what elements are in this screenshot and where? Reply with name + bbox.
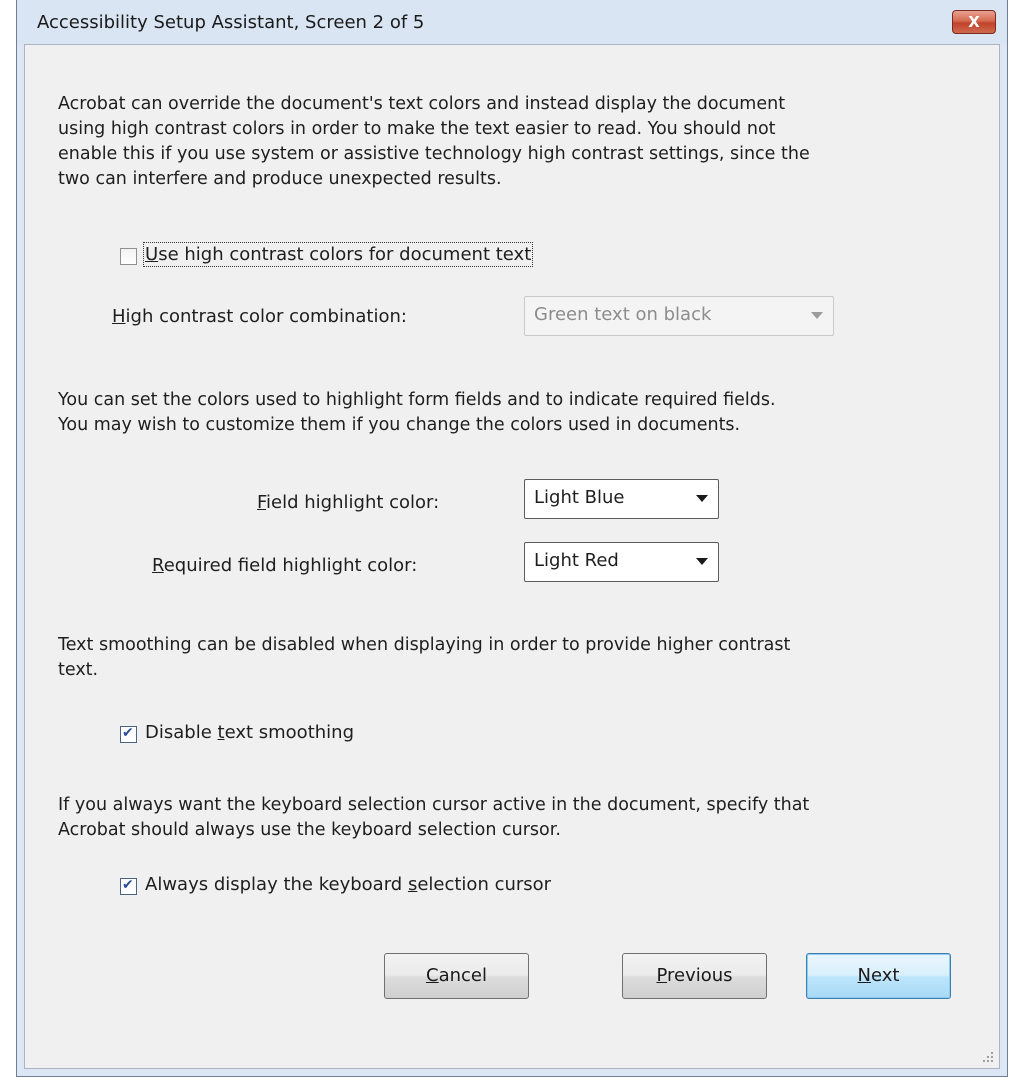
close-icon: X	[968, 13, 980, 31]
label-text: election cursor	[417, 874, 552, 895]
cancel-button[interactable]: Cancel	[384, 953, 529, 999]
field-highlight-label: Field highlight color:	[257, 492, 439, 513]
title-bar[interactable]: Accessibility Setup Assistant, Screen 2 …	[17, 0, 1007, 44]
description-line: If you always want the keyboard selectio…	[58, 795, 810, 815]
form-colors-description: You can set the colors used to highlight…	[58, 388, 776, 438]
button-label: ext	[871, 965, 900, 986]
description-line: You can set the colors used to highlight…	[58, 390, 776, 410]
label-text: Always display the keyboard	[145, 874, 408, 895]
high-contrast-description: Acrobat can override the document's text…	[58, 92, 810, 192]
chevron-down-icon	[696, 495, 708, 502]
smoothing-description: Text smoothing can be disabled when disp…	[58, 633, 790, 683]
chevron-down-icon	[696, 558, 708, 565]
color-combination-select[interactable]: Green text on black	[524, 296, 834, 336]
field-highlight-select[interactable]: Light Blue	[524, 479, 719, 519]
description-line: You may wish to customize them if you ch…	[58, 415, 741, 435]
description-line: two can interfere and produce unexpected…	[58, 169, 502, 189]
description-line: using high contrast colors in order to m…	[58, 119, 776, 139]
mnemonic-u: U	[145, 244, 159, 265]
label-text: ield highlight color:	[266, 492, 440, 513]
label-text: Disable	[145, 722, 218, 743]
resize-grip-icon[interactable]	[981, 1050, 993, 1062]
mnemonic-c: C	[426, 965, 439, 986]
mnemonic-n: N	[857, 965, 871, 986]
mnemonic-r: R	[152, 555, 164, 576]
label-text: igh contrast color combination:	[125, 306, 407, 327]
select-value: Green text on black	[534, 304, 712, 325]
label-text: se high contrast colors for document tex…	[158, 244, 532, 265]
required-highlight-select[interactable]: Light Red	[524, 542, 719, 582]
description-line: text.	[58, 660, 99, 680]
dialog-content: Acrobat can override the document's text…	[24, 44, 1000, 1069]
close-button[interactable]: X	[952, 10, 996, 34]
keyboard-cursor-label[interactable]: Always display the keyboard selection cu…	[145, 874, 551, 895]
mnemonic-h: H	[112, 306, 126, 327]
label-text: equired field highlight color:	[163, 555, 418, 576]
color-combination-label: High contrast color combination:	[112, 306, 407, 327]
high-contrast-checkbox[interactable]	[120, 248, 137, 265]
mnemonic-s: s	[407, 874, 418, 895]
description-line: Acrobat should always use the keyboard s…	[58, 820, 561, 840]
button-label: ancel	[438, 965, 487, 986]
description-line: Text smoothing can be disabled when disp…	[58, 635, 791, 655]
next-button[interactable]: Next	[806, 953, 951, 999]
button-label: revious	[667, 965, 733, 986]
mnemonic-f: F	[257, 492, 267, 513]
mnemonic-p: P	[656, 965, 667, 986]
high-contrast-checkbox-label[interactable]: Use high contrast colors for document te…	[142, 242, 534, 267]
description-line: Acrobat can override the document's text…	[58, 94, 786, 114]
window-title: Accessibility Setup Assistant, Screen 2 …	[37, 12, 425, 33]
description-line: enable this if you use system or assisti…	[58, 144, 810, 164]
required-highlight-label: Required field highlight color:	[152, 555, 417, 576]
mnemonic-t: t	[217, 722, 225, 743]
disable-smoothing-label[interactable]: Disable text smoothing	[145, 722, 354, 743]
select-value: Light Blue	[534, 487, 625, 508]
previous-button[interactable]: Previous	[622, 953, 767, 999]
dialog-window: Accessibility Setup Assistant, Screen 2 …	[16, 0, 1008, 1077]
label-text: ext smoothing	[224, 722, 354, 743]
cursor-description: If you always want the keyboard selectio…	[58, 793, 809, 843]
chevron-down-icon	[811, 312, 823, 319]
keyboard-cursor-checkbox[interactable]	[120, 877, 137, 895]
disable-smoothing-checkbox[interactable]	[120, 725, 137, 743]
select-value: Light Red	[534, 550, 619, 571]
